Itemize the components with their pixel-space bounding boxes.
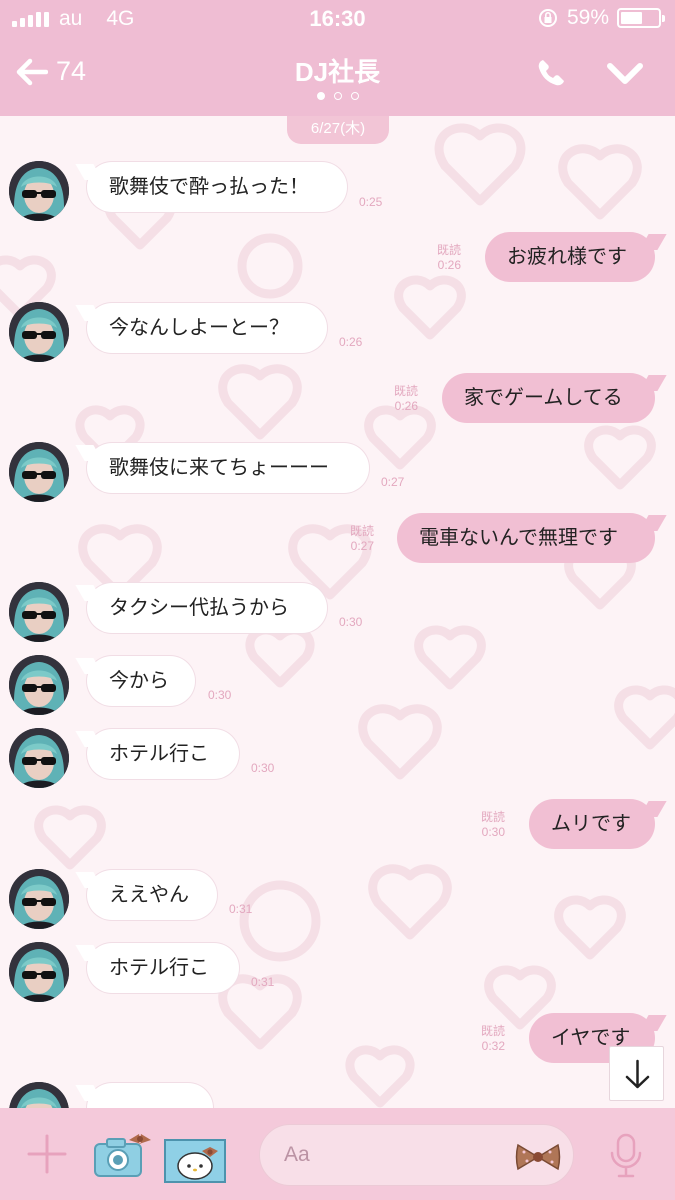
incoming-message-bubble[interactable]: ホテル行こ <box>87 729 239 779</box>
message-meta: 既読 0:32 <box>481 1024 505 1054</box>
chat-header: 74 DJ社長 <box>0 36 675 116</box>
outgoing-message-bubble[interactable]: 電車ないんで無理です <box>397 513 655 563</box>
message-timestamp: 0:26 <box>339 335 363 349</box>
avatar-image <box>9 161 69 221</box>
read-receipt: 既読 <box>481 810 506 824</box>
status-bar: au 4G 16:30 59% <box>0 0 675 36</box>
incoming-message-bubble[interactable]: 歌舞伎で酔っ払った！ <box>87 162 347 212</box>
date-separator: 6/27(木) <box>287 116 389 144</box>
message-timestamp: 0:30 <box>251 761 275 775</box>
avatar-image <box>9 942 69 1002</box>
outgoing-message-bubble[interactable]: 家でゲームしてる <box>442 373 655 423</box>
avatar-image <box>9 869 69 929</box>
read-receipt: 既読 <box>394 384 419 398</box>
avatar-image <box>9 728 69 788</box>
phone-icon[interactable] <box>534 56 568 90</box>
message-timestamp: 0:27 <box>350 539 375 553</box>
message-meta: 既読 0:26 <box>394 384 418 414</box>
message-timestamp: 0:32 <box>481 1039 506 1053</box>
contact-avatar[interactable] <box>9 942 69 1002</box>
status-right: 59% <box>537 6 665 30</box>
read-receipt: 既読 <box>481 1024 506 1038</box>
page-indicator <box>0 92 675 100</box>
plus-icon[interactable] <box>27 1134 67 1174</box>
contact-avatar[interactable] <box>9 442 69 502</box>
message-timestamp: 0:31 <box>229 902 253 916</box>
avatar-image <box>9 582 69 642</box>
message-meta: 0:31 <box>251 975 274 990</box>
message-meta: 0:30 <box>339 615 362 630</box>
incoming-message-bubble[interactable] <box>87 1083 213 1108</box>
contact-avatar[interactable] <box>9 302 69 362</box>
contact-avatar[interactable] <box>9 728 69 788</box>
battery-percent: 59% <box>566 6 609 29</box>
mic-icon[interactable] <box>608 1133 644 1179</box>
message-timestamp: 0:31 <box>251 975 275 989</box>
battery-icon <box>617 8 665 28</box>
orientation-lock-icon <box>538 9 557 27</box>
message-meta: 0:30 <box>208 688 231 703</box>
scroll-down-icon <box>625 1059 650 1089</box>
message-timestamp: 0:27 <box>381 475 405 489</box>
message-timestamp: 0:30 <box>339 615 363 629</box>
chat-area[interactable]: 6/27(木) 歌舞伎で酔っ払った！ 0:25 お疲れ様です 既読 0:26 今なんしよー… <box>0 116 675 1108</box>
contact-avatar[interactable] <box>9 655 69 715</box>
avatar-image <box>9 302 69 362</box>
scroll-down-button[interactable] <box>609 1046 664 1101</box>
read-receipt: 既読 <box>437 243 462 257</box>
avatar-image <box>9 655 69 715</box>
chat-title[interactable]: DJ社長 <box>0 52 675 89</box>
photo-icon[interactable] <box>164 1139 226 1183</box>
message-meta: 0:25 <box>359 195 382 210</box>
message-meta: 既読 0:30 <box>481 810 505 840</box>
bow-sticker-icon[interactable] <box>515 1142 561 1172</box>
camera-icon[interactable] <box>93 1132 153 1180</box>
message-meta: 既読 0:27 <box>350 524 374 554</box>
message-timestamp: 0:26 <box>437 258 462 272</box>
incoming-message-bubble[interactable]: 今から <box>87 656 195 706</box>
incoming-message-bubble[interactable]: 歌舞伎に来てちょーーー <box>87 443 369 493</box>
message-meta: 既読 0:26 <box>437 243 461 273</box>
contact-avatar[interactable] <box>9 582 69 642</box>
message-timestamp: 0:26 <box>394 399 419 413</box>
incoming-message-bubble[interactable]: ホテル行こ <box>87 943 239 993</box>
message-meta: 0:27 <box>381 475 404 490</box>
message-input[interactable]: Aa <box>259 1124 574 1186</box>
avatar-image <box>9 442 69 502</box>
incoming-message-bubble[interactable]: 今なんしよーとー？ <box>87 303 327 353</box>
message-meta: 0:31 <box>229 902 252 917</box>
chevron-down-icon[interactable] <box>606 60 644 88</box>
contact-avatar[interactable] <box>9 161 69 221</box>
outgoing-message-bubble[interactable]: お疲れ様です <box>485 232 655 282</box>
message-meta: 0:30 <box>251 761 274 776</box>
input-bar: Aa <box>0 1108 675 1200</box>
message-input-placeholder: Aa <box>284 1143 310 1166</box>
message-meta: 0:26 <box>339 335 362 350</box>
message-timestamp: 0:25 <box>359 195 383 209</box>
read-receipt: 既読 <box>350 524 375 538</box>
incoming-message-bubble[interactable]: ええやん <box>87 870 217 920</box>
outgoing-message-bubble[interactable]: ムリです <box>529 799 655 849</box>
message-timestamp: 0:30 <box>481 825 506 839</box>
incoming-message-bubble[interactable]: タクシー代払うから <box>87 583 327 633</box>
contact-avatar[interactable] <box>9 869 69 929</box>
message-timestamp: 0:30 <box>208 688 232 702</box>
